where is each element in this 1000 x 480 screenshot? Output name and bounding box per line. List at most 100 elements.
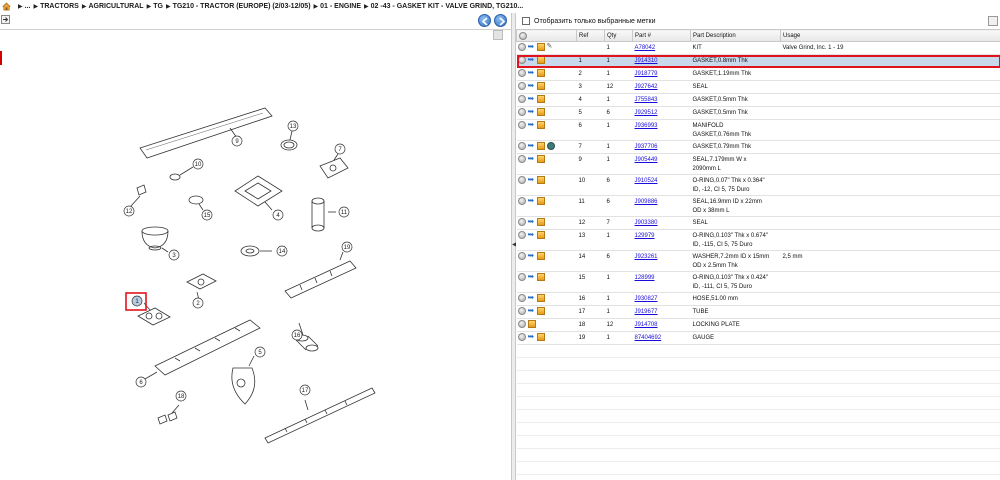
- add-to-cart-icon[interactable]: [536, 82, 545, 90]
- part-number-link[interactable]: 129979: [635, 233, 655, 239]
- expand-row-icon[interactable]: [517, 121, 526, 129]
- part-number-link[interactable]: J905449: [635, 157, 658, 163]
- add-to-cart-icon[interactable]: [536, 333, 545, 341]
- table-row[interactable]: ➥ 15 1 128999 O-RING,0.103" Thk x 0.424" ID, …: [516, 271, 1000, 293]
- table-row[interactable]: ➥ 12 7 J903380 SEAL: [516, 216, 1000, 230]
- table-row[interactable]: ➥ 5 6 J929512 GASKET,0.5mm Thk: [516, 106, 1000, 120]
- table-row[interactable]: ➥ 11 6 J909886 SEAL,16.9mm ID x 22mm OD x 38m…: [516, 195, 1000, 217]
- table-row[interactable]: ➥ 4 1 J755843 GASKET,0.5mm Thk: [516, 93, 1000, 107]
- callout-12[interactable]: 12: [123, 205, 135, 217]
- table-row[interactable]: ➥ 19 1 87404692 GAUGE: [516, 331, 1000, 345]
- part-number-link[interactable]: J927642: [635, 84, 658, 90]
- column-header-usage[interactable]: Usage: [780, 29, 1000, 42]
- table-row[interactable]: ➥ 2 1 J918779 GASKET,1.19mm Thk: [516, 67, 1000, 81]
- callout-15[interactable]: 15: [201, 209, 213, 221]
- callout-1[interactable]: 1: [125, 292, 147, 311]
- part-number-link[interactable]: A78042: [635, 45, 656, 51]
- expand-icon[interactable]: [1, 15, 10, 24]
- go-to-part-icon[interactable]: ➥: [528, 82, 535, 90]
- add-to-cart-icon[interactable]: [536, 108, 545, 116]
- go-to-part-icon[interactable]: ➥: [528, 95, 535, 103]
- table-row[interactable]: ➥ 9 1 J905449 SEAL,7.179mm W x 2090mm L: [516, 153, 1000, 175]
- table-row[interactable]: 18 12 J914708 LOCKING PLATE: [516, 318, 1000, 332]
- part-number-link[interactable]: 87404692: [635, 335, 662, 341]
- table-row[interactable]: ➥ 13 1 129979 O-RING,0.103" Thk x 0.674" ID, …: [516, 229, 1000, 251]
- add-to-cart-icon[interactable]: [536, 273, 545, 281]
- show-selected-only-checkbox[interactable]: [522, 17, 530, 25]
- callout-9[interactable]: 9: [231, 135, 243, 147]
- breadcrumb-item[interactable]: 01 - ENGINE: [320, 3, 361, 10]
- add-to-cart-icon[interactable]: [536, 231, 545, 239]
- table-row[interactable]: ➥ 10 6 J910524 O-RING,0.07" Thk x 0.364" ID, …: [516, 174, 1000, 196]
- add-to-cart-icon[interactable]: [536, 69, 545, 77]
- go-to-part-icon[interactable]: ➥: [528, 294, 535, 302]
- link-icon[interactable]: ✎: [547, 43, 555, 51]
- callout-16[interactable]: 16: [291, 329, 303, 341]
- table-row[interactable]: ➥ 3 12 J927642 SEAL: [516, 80, 1000, 94]
- part-number-link[interactable]: J914708: [635, 322, 658, 328]
- part-number-link[interactable]: J930827: [635, 296, 658, 302]
- go-to-part-icon[interactable]: ➥: [528, 197, 535, 205]
- breadcrumb-item[interactable]: TG210 - TRACTOR (EUROPE) (2/03-12/05): [173, 3, 311, 10]
- callout-2[interactable]: 2: [192, 297, 204, 309]
- callout-10[interactable]: 10: [192, 158, 204, 170]
- expand-row-icon[interactable]: [517, 56, 526, 64]
- add-to-cart-icon[interactable]: [536, 218, 545, 226]
- table-row[interactable]: ➥ 7 1 J937706 GASKET,0.79mm Thk: [516, 140, 1000, 154]
- add-to-cart-icon[interactable]: [527, 320, 536, 328]
- expand-row-icon[interactable]: [517, 197, 526, 205]
- go-to-part-icon[interactable]: ➥: [528, 108, 535, 116]
- callout-11[interactable]: 11: [338, 206, 350, 218]
- go-to-part-icon[interactable]: ➥: [528, 231, 535, 239]
- add-to-cart-icon[interactable]: [536, 142, 545, 150]
- column-header-qty[interactable]: Qty: [604, 29, 633, 42]
- resize-icon[interactable]: [988, 16, 998, 26]
- expand-row-icon[interactable]: [517, 82, 526, 90]
- go-to-part-icon[interactable]: ➥: [528, 333, 535, 341]
- expand-row-icon[interactable]: [517, 108, 526, 116]
- callout-14[interactable]: 14: [276, 245, 288, 257]
- expand-row-icon[interactable]: [517, 252, 526, 260]
- part-number-link[interactable]: J918779: [635, 71, 658, 77]
- expand-row-icon[interactable]: [517, 333, 526, 341]
- expand-row-icon[interactable]: [517, 95, 526, 103]
- callout-6[interactable]: 6: [135, 376, 147, 388]
- go-to-part-icon[interactable]: ➥: [528, 155, 535, 163]
- callout-13[interactable]: 13: [287, 120, 299, 132]
- go-to-part-icon[interactable]: ➥: [528, 56, 535, 64]
- part-number-link[interactable]: J937706: [635, 144, 658, 150]
- part-number-link[interactable]: J929512: [635, 110, 658, 116]
- expand-row-icon[interactable]: [517, 155, 526, 163]
- callout-19[interactable]: 19: [341, 241, 353, 253]
- callout-7[interactable]: 7: [334, 143, 346, 155]
- expand-row-icon[interactable]: [517, 273, 526, 281]
- column-header-ref[interactable]: Ref: [576, 29, 605, 42]
- part-number-link[interactable]: J936993: [635, 123, 658, 129]
- table-row[interactable]: ➥ 16 1 J930827 HOSE,51.00 mm: [516, 292, 1000, 306]
- add-to-cart-icon[interactable]: [536, 294, 545, 302]
- breadcrumb-item[interactable]: TRACTORS: [40, 3, 79, 10]
- next-page-button[interactable]: [494, 14, 507, 27]
- add-to-cart-icon[interactable]: [536, 95, 545, 103]
- column-header-part-number[interactable]: Part #: [632, 29, 691, 42]
- expand-row-icon[interactable]: [517, 176, 526, 184]
- expand-row-icon[interactable]: [517, 218, 526, 226]
- add-to-cart-icon[interactable]: [536, 176, 545, 184]
- table-row[interactable]: ➥ 17 1 J919677 TUBE: [516, 305, 1000, 319]
- callout-4[interactable]: 4: [272, 209, 284, 221]
- add-to-cart-icon[interactable]: [536, 155, 545, 163]
- add-to-cart-icon[interactable]: [536, 307, 545, 315]
- table-row[interactable]: ➥ ✎ 1 A78042 KIT Valve Grind, Inc. 1 - 19: [516, 41, 1000, 55]
- go-to-part-icon[interactable]: ➥: [528, 176, 535, 184]
- table-row[interactable]: ➥ 6 1 J936993 MANIFOLD GASKET,0.76mm Thk: [516, 119, 1000, 141]
- breadcrumb-item[interactable]: TG: [153, 3, 163, 10]
- go-to-part-icon[interactable]: ➥: [528, 252, 535, 260]
- expand-row-icon[interactable]: [517, 43, 526, 51]
- callout-3[interactable]: 3: [168, 249, 180, 261]
- previous-page-button[interactable]: [478, 14, 491, 27]
- column-header-description[interactable]: Part Description: [690, 29, 781, 42]
- table-row[interactable]: ➥ 14 6 J923261 WASHER,7.2mm ID x 15mm OD x 2.…: [516, 250, 1000, 272]
- part-number-link[interactable]: J919677: [635, 309, 658, 315]
- go-to-part-icon[interactable]: ➥: [528, 121, 535, 129]
- part-number-link[interactable]: J903380: [635, 220, 658, 226]
